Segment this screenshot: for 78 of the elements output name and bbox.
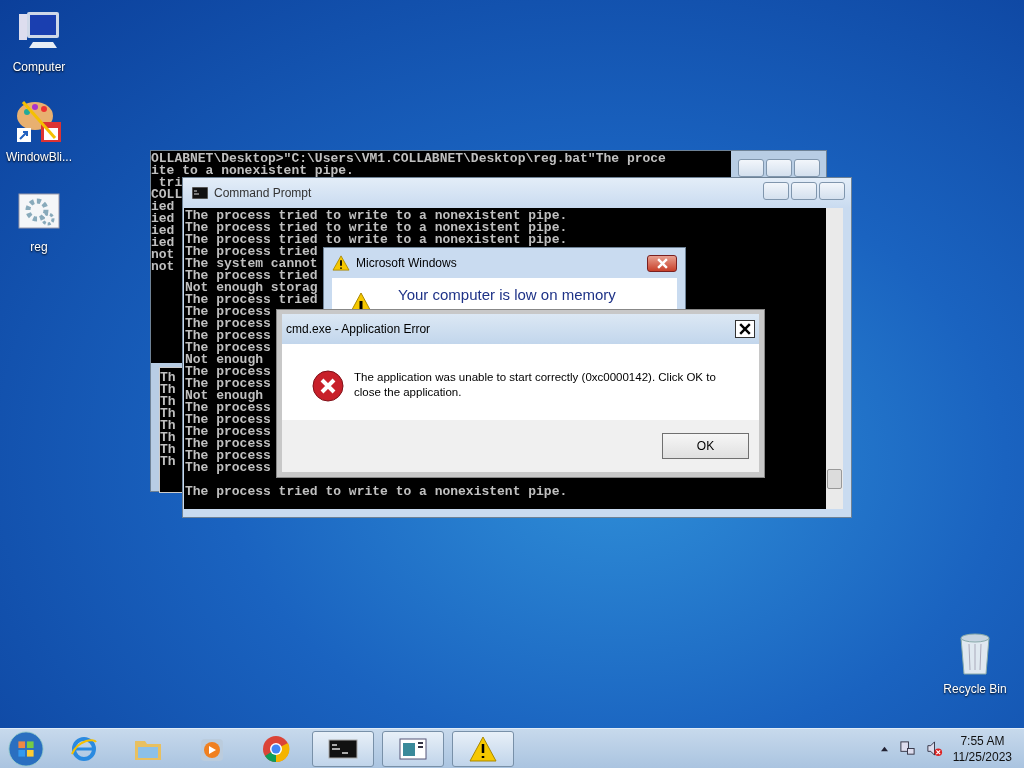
- maximize-button[interactable]: [766, 159, 792, 177]
- speaker-muted-icon[interactable]: [925, 740, 943, 757]
- warning-icon: [332, 255, 350, 271]
- console-line: The process: [185, 450, 271, 462]
- console-line: The process: [185, 438, 271, 450]
- console-line: The process: [185, 426, 271, 438]
- error-icon: [312, 370, 344, 402]
- console-line: not: [151, 249, 175, 261]
- shortcut-label: Recycle Bin: [943, 682, 1007, 696]
- console-line: The process: [185, 342, 271, 354]
- console-line: not: [151, 261, 175, 273]
- console-line: The process: [185, 366, 271, 378]
- console-line: ied: [151, 225, 175, 237]
- console-line: Th: [160, 396, 176, 408]
- console-line: The process: [185, 462, 271, 474]
- minimize-button[interactable]: [738, 159, 764, 177]
- minimize-button[interactable]: [763, 182, 789, 200]
- console-line: ite to a nonexistent pipe.: [151, 165, 354, 177]
- console-line: The process tried: [185, 270, 318, 282]
- close-icon: [656, 257, 668, 269]
- circle-logo-icon: [261, 733, 291, 764]
- console-icon: [192, 187, 208, 199]
- console-line: COLL: [151, 189, 183, 201]
- console-line: The process tried: [185, 294, 318, 306]
- scrollbar[interactable]: [826, 208, 843, 509]
- console-line: Not enough storag: [185, 282, 318, 294]
- console-line: Th: [160, 456, 176, 468]
- ok-button[interactable]: OK: [662, 433, 749, 459]
- maximize-button[interactable]: [791, 182, 817, 200]
- console-line: The process tried to write to a nonexistent pipe.: [185, 222, 568, 234]
- console-line: ied: [151, 237, 175, 249]
- console-line: The process tried to write to a nonexistent pipe.: [185, 210, 568, 222]
- console-line: The process: [185, 378, 271, 390]
- shortcut-label: reg: [30, 240, 48, 254]
- console-line: Th: [160, 420, 176, 432]
- console-line: The process tried to write to a nonexistent pipe.: [185, 486, 568, 498]
- show-hidden-icon[interactable]: [879, 745, 889, 752]
- dialog-title: Microsoft Windows: [356, 256, 458, 270]
- start-orb-icon: [7, 729, 45, 768]
- console-line: The system cannot: [185, 258, 318, 270]
- clock[interactable]: 7:55 AM 11/25/2023: [952, 732, 1012, 765]
- dialog-title: cmd.exe - Application Error: [286, 322, 432, 336]
- clock-time: 7:55 AM: [960, 732, 1005, 749]
- close-icon: [739, 323, 751, 335]
- close-button[interactable]: [735, 320, 755, 338]
- console-line: ied: [151, 213, 175, 225]
- console-line: Th: [160, 384, 176, 396]
- desktop-shortcut[interactable]: Recycle Bin: [936, 630, 1014, 696]
- desktop-shortcut[interactable]: WindowBli...: [0, 98, 78, 164]
- console-line: The process tried: [185, 246, 318, 258]
- console-line: Th: [160, 432, 176, 444]
- window-button[interactable]: [382, 730, 444, 767]
- console-line: The process: [185, 414, 271, 426]
- console-line: tri: [158, 177, 183, 189]
- clock-date: 11/25/2023: [952, 748, 1012, 765]
- console-line: Th: [160, 444, 176, 456]
- console-line: Not enough: [185, 390, 263, 402]
- desktop-shortcut[interactable]: Computer: [0, 8, 78, 74]
- shortcut-label: Computer: [12, 60, 66, 74]
- console-line: Th: [160, 408, 176, 420]
- dialog-heading: Your computer is low on memory: [398, 286, 616, 303]
- console-line: The process: [185, 402, 271, 414]
- console-line: The process: [185, 330, 271, 342]
- console-line: Th: [160, 372, 176, 384]
- console-line: The process tried to write to a nonexistent pipe.: [185, 234, 568, 246]
- error-message: The application was unable to start correctly (0xc0000142). Click OK to close the application.: [354, 370, 717, 400]
- close-button[interactable]: [647, 254, 677, 272]
- console-line: Not enough: [185, 354, 263, 366]
- console-line: The process: [185, 318, 271, 330]
- window-title: Command Prompt: [214, 186, 313, 200]
- shortcut-label: WindowBli...: [6, 150, 72, 164]
- console-line: ied: [151, 201, 175, 213]
- warning-button[interactable]: [452, 730, 514, 767]
- desktop-shortcut[interactable]: reg: [0, 188, 78, 254]
- console-line: The process: [185, 306, 271, 318]
- network-icon[interactable]: [898, 740, 916, 757]
- console-button[interactable]: [312, 730, 374, 767]
- console-line: OLLABNET\Desktop>"C:\Users\VM1.COLLABNET\Desktop\reg.bat"The proce: [151, 153, 666, 165]
